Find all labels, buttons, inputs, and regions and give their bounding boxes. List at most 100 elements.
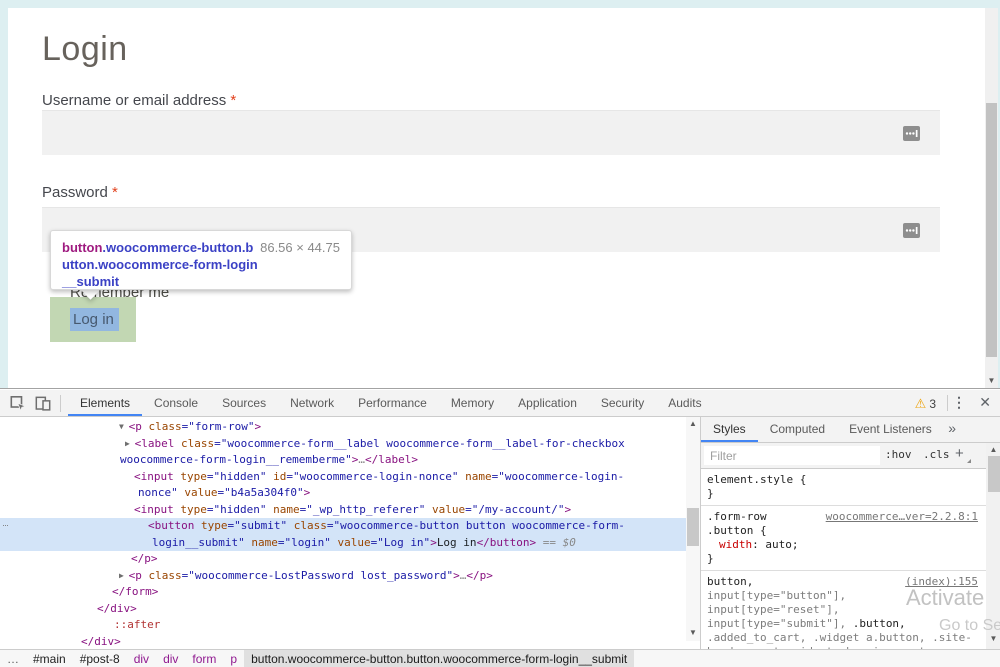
more-tabs-icon[interactable]: » (948, 420, 956, 436)
autofill-icon[interactable] (903, 126, 920, 141)
breadcrumb: …#main#post-8divdivformpbutton.woocommer… (0, 649, 1000, 667)
styles-sidebar: StylesComputedEvent Listeners » :hov .cl… (700, 417, 1000, 649)
sidebar-tab-computed[interactable]: Computed (758, 417, 837, 442)
sidebar-tab-styles[interactable]: Styles (701, 417, 758, 442)
username-label: Username or email address * (42, 92, 236, 109)
style-rule-line[interactable]: } (707, 552, 986, 566)
tooltip-tag: button (62, 240, 102, 255)
login-button-highlight[interactable]: Log in (50, 297, 136, 342)
devtools-tabs: ElementsConsoleSourcesNetworkPerformance… (68, 390, 714, 416)
breadcrumb-item[interactable]: p (223, 650, 244, 667)
scroll-down-icon[interactable]: ▼ (985, 376, 998, 385)
tab-elements[interactable]: Elements (68, 390, 142, 416)
breadcrumb-item[interactable]: div (127, 650, 156, 667)
elements-tree-selected-node[interactable]: <button type="submit" class="woocommerce… (0, 518, 700, 535)
elements-tree-node[interactable]: </div> (0, 634, 700, 650)
style-rule-line[interactable]: input[type="reset"], (707, 603, 986, 617)
breadcrumb-item[interactable]: div (156, 650, 185, 667)
elements-tree-node[interactable]: </form> (0, 584, 700, 601)
tab-audits[interactable]: Audits (656, 390, 713, 416)
breadcrumb-item[interactable]: #post-8 (73, 650, 127, 667)
devtools-menu-icon[interactable]: ⋮ (952, 394, 966, 411)
tab-performance[interactable]: Performance (346, 390, 439, 416)
toolbar-divider (60, 395, 61, 412)
login-button-label: Log in (70, 311, 114, 328)
breadcrumb-selected[interactable]: button.woocommerce-button.button.woocomm… (244, 650, 634, 667)
styles-filter-input[interactable] (704, 446, 880, 465)
elements-tree: ▼ <p class="form-row">▶ <label class="wo… (0, 417, 700, 649)
elements-tree-node[interactable]: </div> (0, 601, 700, 618)
breadcrumb-item[interactable]: #main (26, 650, 73, 667)
elements-tree-node[interactable]: ▼ <p class="form-row"> (0, 419, 700, 436)
new-rule-corner-icon (967, 459, 971, 463)
elements-tree-node[interactable]: ::after (0, 617, 700, 634)
autofill-icon[interactable] (903, 223, 920, 238)
elements-tree-node[interactable]: </p> (0, 551, 700, 568)
style-rule-line[interactable]: woocommerce…ver=2.2.8:1.form-row (707, 510, 986, 524)
elements-tree-node[interactable]: nonce" value="b4a5a304f0"> (0, 485, 700, 502)
tab-network[interactable]: Network (278, 390, 346, 416)
style-rule-line[interactable]: (index):155button, (707, 575, 986, 589)
warning-count: 3 (929, 397, 936, 411)
devtools-close-icon[interactable]: ✕ (979, 394, 991, 411)
gutter-dots-icon[interactable]: ··· (2, 520, 8, 530)
scroll-down-icon[interactable]: ▼ (686, 628, 700, 637)
stylesheet-source-link[interactable]: (index):155 (905, 575, 978, 589)
page-scrollbar-thumb[interactable] (986, 103, 997, 357)
styles-scrollbar[interactable]: ▲ ▼ (986, 443, 1000, 649)
elements-tree-node[interactable]: woocommerce-form-login__rememberme">…</l… (0, 452, 700, 469)
style-rule-line[interactable]: .added_to_cart, .widget a.button, .site- (707, 631, 986, 645)
tab-sources[interactable]: Sources (210, 390, 278, 416)
tab-application[interactable]: Application (506, 390, 589, 416)
elements-tree-node[interactable]: <input type="hidden" name="_wp_http_refe… (0, 502, 700, 519)
scroll-down-icon[interactable]: ▼ (986, 634, 1000, 643)
username-label-text: Username or email address (42, 92, 226, 109)
inspect-tooltip: 86.56 × 44.75 button.woocommerce-button.… (50, 230, 352, 290)
elements-scrollbar[interactable]: ▲ ▼ (686, 417, 700, 641)
style-rule-line[interactable]: width: auto; (707, 538, 986, 552)
browser-viewport: Login Username or email address * Passwo… (0, 0, 1000, 388)
elements-tree-node[interactable]: <input type="hidden" id="woocommerce-log… (0, 469, 700, 486)
warnings-badge[interactable]: ⚠3 (915, 396, 936, 412)
elements-tree-node[interactable]: ▶ <label class="woocommerce-form__label … (0, 436, 700, 453)
elements-tree-node[interactable]: ▶ <p class="woocommerce-LostPassword los… (0, 568, 700, 585)
stylesheet-source-link[interactable]: woocommerce…ver=2.2.8:1 (826, 510, 978, 524)
devtools-toolbar: ElementsConsoleSourcesNetworkPerformance… (0, 390, 1000, 417)
elements-scrollbar-thumb[interactable] (687, 508, 699, 546)
login-page: Login Username or email address * Passwo… (8, 8, 985, 388)
toolbar-divider (947, 395, 948, 411)
tab-memory[interactable]: Memory (439, 390, 506, 416)
style-rule-section: woocommerce…ver=2.2.8:1.form-row.button … (701, 506, 986, 571)
tooltip-dimensions: 86.56 × 44.75 (260, 240, 340, 255)
breadcrumb-item[interactable]: form (185, 650, 223, 667)
toggle-hover-state-button[interactable]: :hov (885, 448, 912, 461)
password-label-text: Password (42, 184, 108, 201)
page-title: Login (42, 30, 128, 69)
warning-icon: ⚠ (915, 396, 927, 411)
tab-security[interactable]: Security (589, 390, 656, 416)
password-label: Password * (42, 184, 118, 201)
style-rule-line[interactable]: input[type="submit"], .button, (707, 617, 986, 631)
style-rule-line[interactable]: input[type="button"], (707, 589, 986, 603)
toggle-class-button[interactable]: .cls (923, 448, 950, 461)
required-asterisk: * (230, 92, 236, 109)
breadcrumb-item[interactable]: … (0, 650, 26, 667)
device-toolbar-icon[interactable] (34, 395, 52, 412)
style-rule-line[interactable]: element.style { (707, 473, 986, 487)
username-input[interactable] (42, 110, 940, 155)
login-button-content-box[interactable]: Log in (70, 308, 119, 331)
sidebar-tab-event-listeners[interactable]: Event Listeners (837, 417, 944, 442)
styles-scrollbar-thumb[interactable] (988, 456, 1000, 492)
required-asterisk: * (112, 184, 118, 201)
style-rule-line[interactable]: } (707, 487, 986, 501)
inspect-element-icon[interactable] (9, 395, 27, 412)
new-style-rule-button[interactable]: + (955, 445, 964, 462)
style-rule-line[interactable]: .button { (707, 524, 986, 538)
scroll-up-icon[interactable]: ▲ (686, 419, 700, 428)
scroll-up-icon[interactable]: ▲ (986, 445, 1000, 454)
devtools-panel: ElementsConsoleSourcesNetworkPerformance… (0, 388, 1000, 667)
elements-tree-selected-node[interactable]: login__submit" name="login" value="Log i… (0, 535, 700, 552)
page-scrollbar[interactable]: ▼ (985, 8, 998, 388)
style-rules: element.style {}woocommerce…ver=2.2.8:1.… (701, 469, 986, 667)
tab-console[interactable]: Console (142, 390, 210, 416)
